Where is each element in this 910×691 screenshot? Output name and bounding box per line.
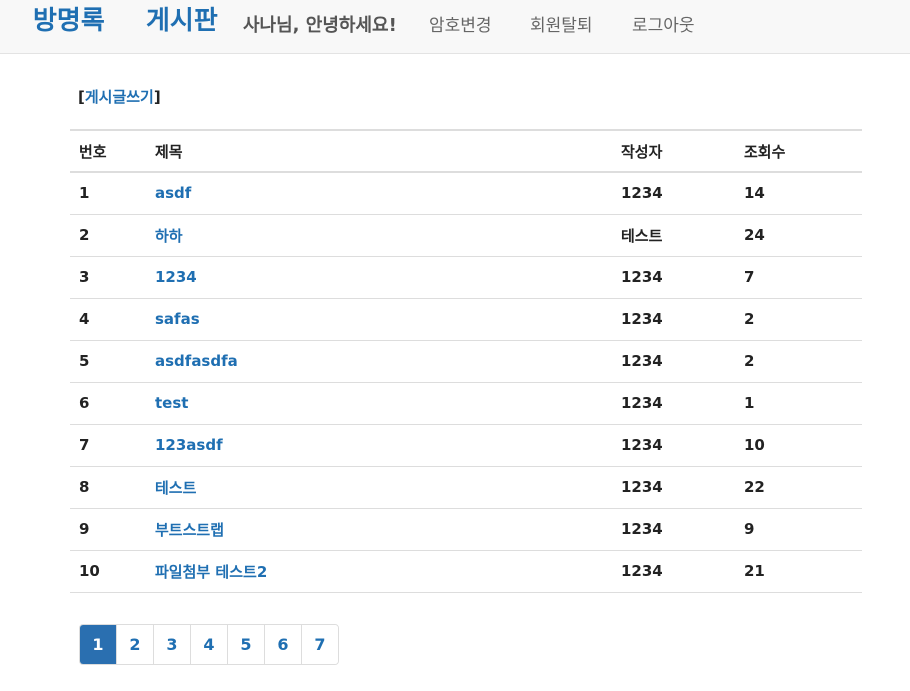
row-writer: 1234 (621, 310, 663, 328)
row-writer: 1234 (621, 520, 663, 538)
row-views: 9 (744, 520, 755, 538)
row-views: 22 (744, 478, 765, 496)
withdraw-link[interactable]: 회원탈퇴 (530, 14, 593, 38)
row-views: 2 (744, 352, 755, 370)
row-views: 2 (744, 310, 755, 328)
table-header-row: 번호 제목 작성자 조회수 (70, 130, 862, 172)
page-6-button[interactable]: 6 (264, 625, 301, 664)
row-views: 7 (744, 268, 755, 286)
row-number: 5 (79, 352, 90, 370)
row-number: 8 (79, 478, 90, 496)
brand-board-link[interactable]: 게시판 (146, 4, 218, 38)
row-views: 14 (744, 184, 765, 203)
page-7-button[interactable]: 7 (301, 625, 338, 664)
header-title: 제목 (155, 142, 183, 161)
pagination: 1 2 3 4 5 6 7 (79, 624, 339, 665)
post-title-link[interactable]: 1234 (155, 268, 197, 286)
row-number: 6 (79, 394, 90, 412)
post-title-link[interactable]: 파일첨부 테스트2 (155, 563, 267, 581)
logout-link[interactable]: 로그아웃 (632, 14, 695, 38)
table-row: 1 asdf 1234 14 (70, 172, 862, 214)
post-title-link[interactable]: 테스트 (155, 479, 196, 497)
row-number: 2 (79, 226, 90, 244)
table-row: 3 1234 1234 7 (70, 256, 862, 298)
post-title-link[interactable]: asdf (155, 184, 191, 202)
post-title-link[interactable]: 부트스트랩 (155, 521, 224, 539)
row-number: 4 (79, 310, 90, 328)
write-close-bracket: ] (153, 88, 161, 106)
write-post-area: [게시글쓰기] (78, 86, 161, 108)
header-number: 번호 (79, 142, 107, 161)
table-row: 9 부트스트랩 1234 9 (70, 508, 862, 550)
write-post-link[interactable]: 게시글쓰기 (85, 88, 154, 106)
post-title-link[interactable]: safas (155, 310, 200, 328)
page-3-button[interactable]: 3 (153, 625, 190, 664)
table-row: 10 파일첨부 테스트2 1234 21 (70, 550, 862, 592)
table-row: 8 테스트 1234 22 (70, 466, 862, 508)
board-table: 번호 제목 작성자 조회수 1 asdf 1234 14 2 하하 테스트 24… (70, 129, 862, 593)
post-title-link[interactable]: 하하 (155, 227, 183, 245)
post-title-link[interactable]: asdfasdfa (155, 352, 238, 370)
page-5-button[interactable]: 5 (227, 625, 264, 664)
table-row: 7 123asdf 1234 10 (70, 424, 862, 466)
top-navbar: 방명록 게시판 사나님, 안녕하세요! 암호변경 회원탈퇴 로그아웃 (0, 0, 910, 54)
change-password-link[interactable]: 암호변경 (429, 14, 492, 38)
header-views: 조회수 (744, 142, 786, 161)
row-writer: 1234 (621, 394, 663, 412)
row-views: 24 (744, 226, 765, 244)
row-writer: 1234 (621, 352, 663, 370)
row-writer: 1234 (621, 562, 663, 580)
page-2-button[interactable]: 2 (116, 625, 153, 664)
table-row: 5 asdfasdfa 1234 2 (70, 340, 862, 382)
row-writer: 1234 (621, 268, 663, 286)
brand-guestbook-link[interactable]: 방명록 (33, 4, 105, 38)
row-writer: 1234 (621, 478, 663, 496)
row-number: 3 (79, 268, 90, 286)
greeting-text: 사나님, 안녕하세요! (243, 15, 397, 36)
table-row: 6 test 1234 1 (70, 382, 862, 424)
write-open-bracket: [ (78, 88, 85, 106)
row-number: 9 (79, 520, 90, 538)
row-number: 1 (79, 184, 90, 203)
row-views: 10 (744, 436, 765, 454)
row-writer: 1234 (621, 436, 663, 454)
page-4-button[interactable]: 4 (190, 625, 227, 664)
table-row: 4 safas 1234 2 (70, 298, 862, 340)
header-writer: 작성자 (621, 142, 663, 161)
row-number: 7 (79, 436, 90, 454)
row-writer: 테스트 (621, 226, 663, 245)
page-1-button[interactable]: 1 (80, 625, 116, 664)
post-title-link[interactable]: test (155, 394, 188, 412)
row-views: 1 (744, 394, 755, 412)
table-row: 2 하하 테스트 24 (70, 214, 862, 256)
row-views: 21 (744, 562, 765, 580)
row-number: 10 (79, 562, 100, 580)
post-title-link[interactable]: 123asdf (155, 436, 223, 454)
row-writer: 1234 (621, 184, 663, 203)
